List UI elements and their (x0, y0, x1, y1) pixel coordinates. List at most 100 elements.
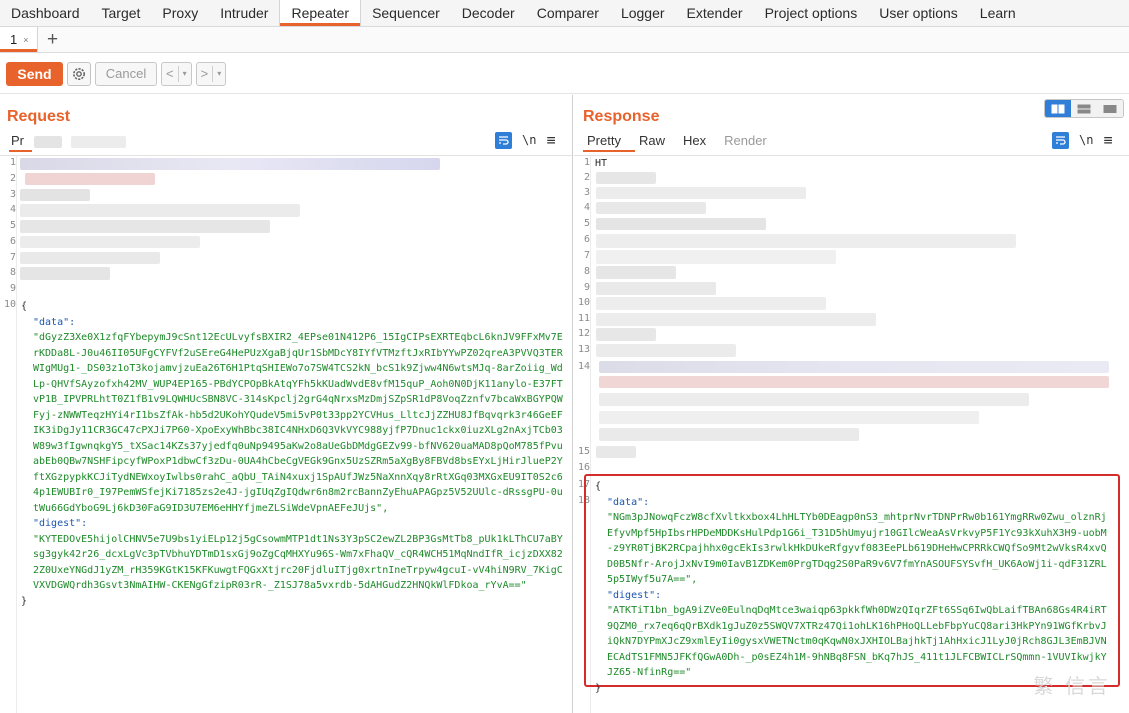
line-number: 10 (577, 297, 590, 308)
redacted-header (596, 218, 766, 230)
layout-side-by-side-button[interactable] (1045, 100, 1071, 117)
tool-tab-repeater[interactable]: Repeater (279, 0, 362, 26)
line-number: 7 (9, 252, 16, 263)
redacted-header (596, 187, 806, 199)
redacted-header (599, 428, 859, 441)
json-open-brace: { (595, 481, 602, 492)
tool-tab-comparer[interactable]: Comparer (526, 0, 610, 26)
json-digest-key: "digest": (33, 518, 88, 529)
back-button[interactable]: < (162, 66, 178, 81)
tool-tab-user-options[interactable]: User options (868, 0, 969, 26)
line-number: 5 (9, 220, 16, 231)
tab-response-pretty[interactable]: Pretty (583, 132, 635, 152)
settings-button[interactable] (67, 61, 91, 86)
json-open-brace: { (21, 301, 28, 312)
redacted-header (20, 189, 90, 201)
request-editor[interactable]: 1 2 3 4 5 6 7 8 9 10 { "data": "dGyzZ3Xe0X1zfqFYb… (0, 155, 572, 713)
line-number: 16 (577, 462, 590, 473)
redacted-header (20, 236, 200, 248)
redacted-header (599, 393, 1029, 406)
tool-tab-dashboard[interactable]: Dashboard (0, 0, 91, 26)
line-number: 9 (583, 282, 590, 293)
layout-stacked-button[interactable] (1071, 100, 1097, 117)
forward-history-dropdown[interactable]: ▾ (213, 69, 225, 78)
menu-icon[interactable]: ≡ (546, 131, 555, 149)
columns-icon (1051, 104, 1065, 113)
json-digest-value: "ATKTiT1bn_bgA9iZVe0EulnqDqMtce3waiqp63p… (607, 605, 1107, 678)
redacted-header (20, 204, 300, 217)
line-number: 5 (583, 218, 590, 229)
redacted-header (596, 344, 736, 357)
redacted-header (25, 173, 155, 185)
redacted-header (596, 172, 656, 184)
redacted-header (599, 411, 979, 424)
request-title: Request (7, 108, 71, 125)
json-close-brace: } (21, 595, 28, 607)
request-panel: Request Pr \n ≡ 1 2 3 4 5 6 7 8 9 10 { "data": "d… (0, 95, 573, 713)
response-json-body: { "data": "NGm3pJNowqFczW8cfXvltkxbox4Lh… (595, 479, 1123, 696)
redacted-header (599, 361, 1109, 373)
line-number: 4 (9, 204, 16, 215)
tab-request-pretty[interactable]: Pr (9, 132, 32, 152)
word-wrap-icon[interactable] (1052, 131, 1069, 149)
response-view-tabs: Pretty Raw Hex Render (583, 132, 781, 152)
redacted-header (596, 313, 876, 326)
redacted-header (596, 446, 636, 458)
json-data-value: "dGyzZ3Xe0X1zfqFYbepymJ9cSnt12EcULvyfsBX… (33, 332, 563, 514)
back-history-dropdown[interactable]: ▾ (179, 69, 191, 78)
tool-tab-extender[interactable]: Extender (676, 0, 754, 26)
newline-toggle-icon[interactable]: \n (522, 133, 536, 147)
send-button[interactable]: Send (6, 61, 63, 86)
redacted-area (34, 136, 62, 148)
menu-icon[interactable]: ≡ (1103, 131, 1112, 149)
redacted-header (599, 376, 1109, 388)
watermark: 繁 信言 (1033, 676, 1111, 698)
redacted-header (596, 328, 656, 341)
tool-tab-learn[interactable]: Learn (969, 0, 1027, 26)
tab-response-raw[interactable]: Raw (635, 132, 679, 152)
tool-tab-intruder[interactable]: Intruder (209, 0, 279, 26)
redacted-header (20, 158, 440, 170)
tab-response-render[interactable]: Render (720, 132, 781, 152)
forward-nav-group: > ▾ (195, 61, 227, 86)
back-nav-group: < ▾ (161, 61, 192, 86)
request-editor-controls: \n ≡ (495, 131, 555, 149)
repeater-tab-1[interactable]: 1 × (0, 27, 38, 52)
line-number: 1 (9, 157, 16, 168)
tool-tab-decoder[interactable]: Decoder (451, 0, 526, 26)
layout-tabs-button[interactable] (1097, 100, 1123, 117)
response-status-line: HT (595, 158, 608, 169)
line-number: 14 (577, 361, 590, 372)
add-tab-button[interactable]: + (38, 27, 68, 52)
cancel-button[interactable]: Cancel (95, 61, 157, 86)
tool-tab-project-options[interactable]: Project options (754, 0, 869, 26)
tool-tab-logger[interactable]: Logger (610, 0, 676, 26)
close-tab-icon[interactable]: × (23, 35, 28, 45)
line-number: 1 (583, 157, 590, 168)
redacted-header (596, 266, 676, 279)
json-data-key: "data": (33, 316, 76, 328)
repeater-tab-bar: 1 × + (0, 27, 1129, 53)
response-editor-controls: \n ≡ (1052, 131, 1112, 149)
tab-response-hex[interactable]: Hex (679, 132, 720, 152)
line-number: 3 (583, 187, 590, 198)
line-number: 3 (9, 189, 16, 200)
word-wrap-icon[interactable] (495, 131, 512, 149)
line-number: 4 (583, 202, 590, 213)
newline-toggle-icon[interactable]: \n (1079, 133, 1093, 147)
tool-tab-target[interactable]: Target (91, 0, 152, 26)
line-number-gutter: 1 2 3 4 5 6 7 8 9 10 (0, 156, 17, 713)
response-panel: Response Pretty Raw Hex Render \n ≡ 1234567… (574, 95, 1129, 713)
repeater-tab-label: 1 (10, 32, 18, 47)
redacted-header (596, 234, 1016, 248)
forward-button[interactable]: > (197, 66, 213, 81)
tool-tab-proxy[interactable]: Proxy (151, 0, 209, 26)
line-number: 9 (9, 283, 16, 294)
line-number: 2 (9, 173, 16, 184)
tool-tab-sequencer[interactable]: Sequencer (361, 0, 451, 26)
line-number: 15 (577, 446, 590, 457)
redacted-header (20, 252, 160, 264)
line-number: 12 (577, 328, 590, 339)
redacted-header (596, 202, 706, 214)
response-editor[interactable]: 1 2 3 4 5 6 7 8 9 10 11 12 13 14 15 16 17 18 HT { "data":… (574, 155, 1129, 713)
